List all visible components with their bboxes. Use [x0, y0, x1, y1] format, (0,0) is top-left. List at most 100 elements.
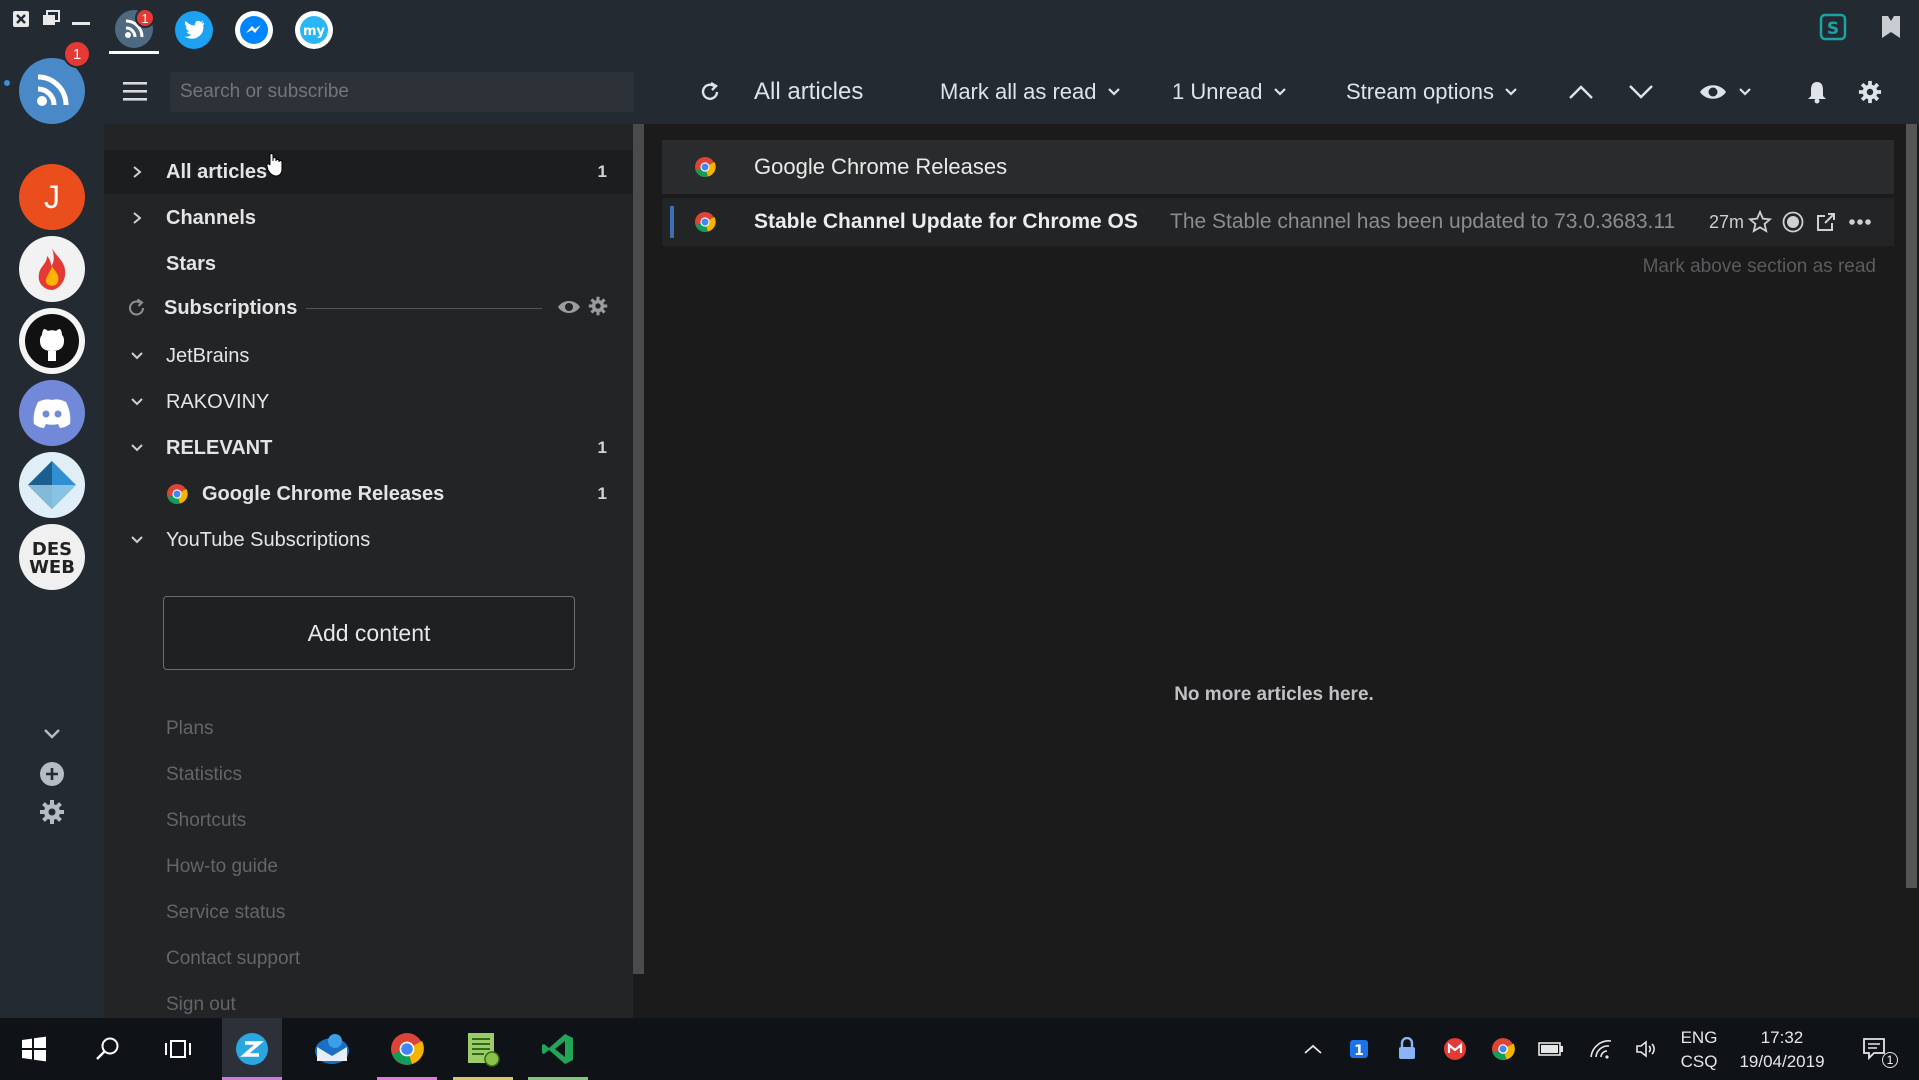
- feed-section-header[interactable]: Google Chrome Releases: [662, 140, 1894, 194]
- chevron-down-icon[interactable]: [130, 351, 144, 361]
- chevron-down-icon: [1273, 88, 1286, 96]
- chrome-tray-icon[interactable]: [1488, 1034, 1518, 1064]
- rail-app-discord[interactable]: [19, 380, 85, 446]
- chevron-down-icon: [1629, 85, 1653, 99]
- mark-all-read-button[interactable]: Mark all as read: [940, 72, 1121, 112]
- minimize-icon[interactable]: [70, 8, 92, 30]
- chevron-right-icon[interactable]: [130, 211, 144, 225]
- battery-icon[interactable]: [1536, 1034, 1566, 1064]
- taskbar-app-notepad[interactable]: [453, 1018, 513, 1080]
- previous-article-button[interactable]: [1568, 72, 1594, 112]
- sidebar-item-label: RELEVANT: [166, 436, 273, 459]
- start-button[interactable]: [4, 1018, 64, 1080]
- tab-feedly[interactable]: 1: [109, 6, 159, 54]
- rail-app-github[interactable]: [19, 308, 85, 374]
- add-app-icon[interactable]: [36, 758, 68, 790]
- flame-icon: [38, 248, 66, 290]
- sidebar-item-stars[interactable]: Stars: [104, 242, 633, 286]
- tab-messenger[interactable]: [229, 6, 279, 54]
- footer-link-how-to-guide[interactable]: How-to guide: [166, 856, 278, 878]
- footer-link-service-status[interactable]: Service status: [166, 902, 285, 924]
- mark-above-read-link[interactable]: Mark above section as read: [1643, 256, 1876, 278]
- chevron-down-icon[interactable]: [130, 397, 144, 407]
- unread-filter-button[interactable]: 1 Unread: [1172, 72, 1287, 112]
- taskbar-app-chrome[interactable]: [377, 1018, 437, 1080]
- scrollbar-thumb[interactable]: [633, 124, 644, 974]
- tab-myapp[interactable]: my: [289, 6, 339, 54]
- taskbar-app-rambox[interactable]: [222, 1018, 282, 1080]
- chevron-right-icon[interactable]: [130, 165, 144, 179]
- view-mode-button[interactable]: [1698, 72, 1752, 112]
- bookmark-shield-icon[interactable]: [1876, 12, 1906, 42]
- refresh-button[interactable]: [698, 72, 722, 112]
- chevron-down-icon[interactable]: [130, 443, 144, 453]
- settings-button[interactable]: [1858, 72, 1882, 112]
- footer-link-sign-out[interactable]: Sign out: [166, 994, 236, 1016]
- sidebar-item-label: RAKOVINY: [166, 390, 270, 413]
- wifi-icon[interactable]: [1586, 1034, 1616, 1064]
- more-options-icon[interactable]: [1846, 208, 1874, 236]
- taskbar-app-vscode[interactable]: [528, 1018, 588, 1080]
- add-content-button[interactable]: Add content: [163, 596, 575, 670]
- lock-tray-icon[interactable]: [1392, 1034, 1422, 1064]
- mark-read-icon[interactable]: [1779, 208, 1807, 236]
- stream-options-button[interactable]: Stream options: [1346, 72, 1518, 112]
- rss-icon: [37, 74, 69, 106]
- sidebar-item-relevant[interactable]: RELEVANT 1: [104, 426, 633, 470]
- search-input[interactable]: [170, 72, 634, 112]
- article-title[interactable]: Stable Channel Update for Chrome OS: [754, 210, 1138, 234]
- gmail-tray-icon[interactable]: [1440, 1034, 1470, 1064]
- article-row[interactable]: Stable Channel Update for Chrome OS The …: [662, 198, 1894, 246]
- volume-icon[interactable]: [1632, 1034, 1662, 1064]
- sidebar-item-label: Subscriptions: [164, 296, 298, 319]
- gear-icon[interactable]: [588, 296, 608, 322]
- sidebar-scrollbar[interactable]: [633, 124, 644, 1018]
- sidebar-item-jetbrains[interactable]: JetBrains: [104, 334, 633, 378]
- close-icon[interactable]: [10, 8, 32, 30]
- feed-title[interactable]: Google Chrome Releases: [754, 154, 1007, 180]
- next-article-button[interactable]: [1628, 72, 1654, 112]
- star-icon[interactable]: [1746, 208, 1774, 236]
- refresh-icon[interactable]: [126, 297, 148, 319]
- footer-link-shortcuts[interactable]: Shortcuts: [166, 810, 246, 832]
- open-external-icon[interactable]: [1812, 208, 1840, 236]
- sidebar-item-all-articles[interactable]: All articles 1: [104, 150, 633, 194]
- task-view-icon: [165, 1040, 191, 1058]
- onepassword-tray-icon[interactable]: 1: [1344, 1034, 1374, 1064]
- task-view-button[interactable]: [148, 1018, 208, 1080]
- input-language[interactable]: ENG CSQ: [1680, 1026, 1718, 1074]
- skype-icon[interactable]: S: [1818, 12, 1848, 42]
- jira-letter: J: [44, 178, 60, 215]
- restore-icon[interactable]: [40, 8, 62, 30]
- chevron-down-icon[interactable]: [36, 718, 68, 750]
- unread-marker: [670, 206, 674, 238]
- search-button[interactable]: [78, 1018, 138, 1080]
- window-controls: [10, 8, 92, 30]
- sidebar-item-youtube-subscriptions[interactable]: YouTube Subscriptions: [104, 518, 633, 562]
- rail-app-jira[interactable]: J: [19, 164, 85, 230]
- clock[interactable]: 17:32 19/04/2019: [1734, 1026, 1830, 1074]
- github-icon: [25, 314, 79, 368]
- main-scrollbar[interactable]: [1904, 124, 1919, 1018]
- taskbar-app-thunderbird[interactable]: [302, 1018, 362, 1080]
- rail-app-kite[interactable]: [19, 452, 85, 518]
- hamburger-menu-icon[interactable]: [122, 78, 148, 104]
- notifications-button[interactable]: [1806, 72, 1828, 112]
- sidebar-item-channels[interactable]: Channels: [104, 196, 633, 240]
- tab-twitter[interactable]: [169, 6, 219, 54]
- footer-link-contact-support[interactable]: Contact support: [166, 948, 300, 970]
- eye-icon[interactable]: [556, 298, 582, 322]
- rail-app-desweb[interactable]: DES WEB: [19, 524, 85, 590]
- rail-settings-gear-icon[interactable]: [36, 796, 68, 828]
- action-center-button[interactable]: 1: [1856, 1034, 1898, 1068]
- rail-app-flame[interactable]: [19, 236, 85, 302]
- show-hidden-icons-button[interactable]: [1298, 1034, 1328, 1064]
- mark-all-read-label: Mark all as read: [940, 79, 1097, 104]
- sidebar-item-google-chrome-releases[interactable]: Google Chrome Releases 1: [104, 472, 633, 516]
- subscriptions-header[interactable]: Subscriptions: [104, 286, 633, 330]
- footer-link-plans[interactable]: Plans: [166, 718, 214, 740]
- sidebar-item-rakoviny[interactable]: RAKOVINY: [104, 380, 633, 424]
- footer-link-statistics[interactable]: Statistics: [166, 764, 242, 786]
- scrollbar-thumb[interactable]: [1906, 124, 1917, 888]
- chevron-down-icon[interactable]: [130, 535, 144, 545]
